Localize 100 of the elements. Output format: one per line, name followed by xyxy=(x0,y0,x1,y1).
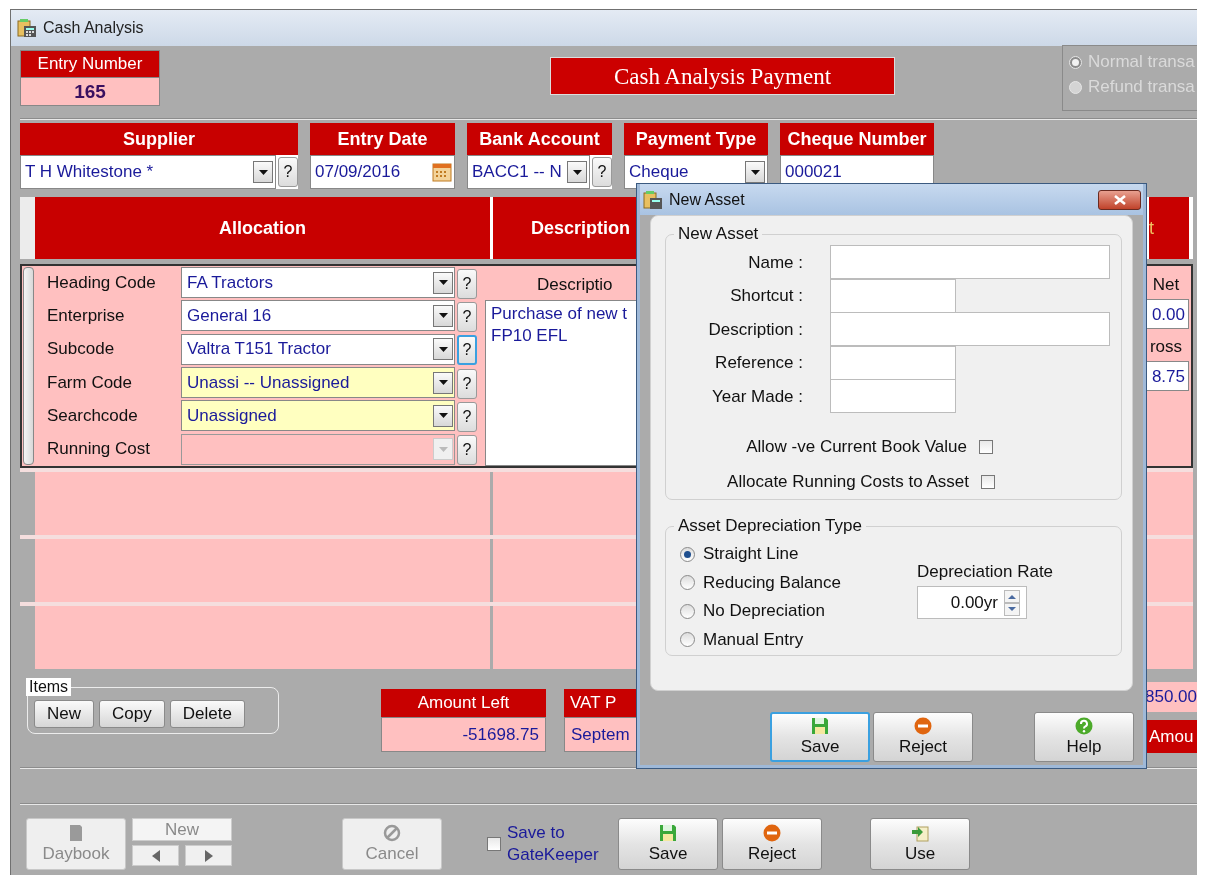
minus-circle-icon xyxy=(914,717,932,735)
checkbox[interactable] xyxy=(981,475,995,489)
dropdown-button[interactable] xyxy=(433,371,453,394)
help-button[interactable]: Help xyxy=(1034,712,1134,762)
close-button[interactable] xyxy=(1098,189,1141,210)
dropdown-field[interactable]: General 16 xyxy=(181,300,455,332)
group-title: Asset Depreciation Type xyxy=(677,516,863,536)
field-label: Shortcut : xyxy=(729,286,804,307)
caret-icon xyxy=(438,446,448,452)
field-header: Cheque Number xyxy=(780,123,934,155)
input-field[interactable]: 07/09/2016 xyxy=(310,155,455,189)
help-button[interactable]: ? xyxy=(592,157,612,187)
caret-icon xyxy=(438,346,448,352)
field-label: Searchcode xyxy=(46,405,139,426)
caret-icon xyxy=(438,380,448,386)
dropdown-button[interactable] xyxy=(433,271,453,294)
field-label: Description : xyxy=(707,319,804,340)
group-title: New Asset xyxy=(677,224,760,244)
caret-icon xyxy=(438,313,448,319)
minus-circle-icon xyxy=(763,824,781,842)
book-icon xyxy=(68,824,84,842)
caret-icon xyxy=(438,280,448,286)
radio-button[interactable] xyxy=(680,603,695,619)
entry-number-value: 165 xyxy=(20,77,160,106)
question-circle-icon xyxy=(1075,717,1093,735)
field-label: ross xyxy=(1149,337,1183,358)
save-button[interactable]: Save xyxy=(618,818,718,870)
reject-button[interactable]: Reject xyxy=(873,712,973,762)
help-button[interactable]: ? xyxy=(457,335,477,366)
use-button[interactable]: Use xyxy=(870,818,970,870)
dropdown-field[interactable]: Valtra T151 Tractor xyxy=(181,333,455,365)
ledger-icon xyxy=(643,189,663,210)
field-label: Farm Code xyxy=(46,372,134,393)
radio-button[interactable] xyxy=(680,632,695,648)
radio-button[interactable] xyxy=(680,575,695,591)
total-label: Amount Left xyxy=(381,689,546,717)
radio-label: Manual Entry xyxy=(703,629,804,650)
checkbox[interactable] xyxy=(487,837,501,851)
field-header: Supplier xyxy=(20,123,298,155)
caret-icon xyxy=(258,169,268,175)
caret-icon xyxy=(572,169,582,175)
dropdown-field[interactable]: FA Tractors xyxy=(181,267,455,299)
input-field[interactable]: BACC1 -- N xyxy=(467,155,590,189)
field-label: Running Cost xyxy=(46,439,151,460)
dropdown-button[interactable] xyxy=(433,404,453,427)
ledger-icon xyxy=(17,18,37,38)
item-button[interactable]: New xyxy=(34,700,94,728)
input-field[interactable] xyxy=(830,245,1110,280)
input-field[interactable] xyxy=(830,345,956,380)
entry-number-label: Entry Number xyxy=(20,50,160,77)
radio-button[interactable] xyxy=(680,546,695,562)
input-field[interactable]: T H Whitestone * xyxy=(20,155,276,189)
field-header: Entry Date xyxy=(310,123,455,155)
dropdown-field[interactable]: Unassi -- Unassigned xyxy=(181,367,455,399)
checkbox[interactable] xyxy=(979,440,993,454)
dropdown-button[interactable] xyxy=(253,161,273,183)
dropdown-field[interactable]: Unassigned xyxy=(181,400,455,432)
total-value: 850.00 xyxy=(1145,682,1197,712)
input-field[interactable] xyxy=(830,379,956,414)
help-button[interactable]: ? xyxy=(278,157,298,187)
field-label: Net xyxy=(1152,275,1180,296)
reject-button[interactable]: Reject xyxy=(722,818,822,870)
dropdown-button[interactable] xyxy=(567,161,587,183)
help-button[interactable]: ? xyxy=(457,368,477,399)
checkbox-label: Allow -ve Current Book Value xyxy=(746,437,967,457)
help-button[interactable]: ? xyxy=(457,268,477,299)
help-button[interactable]: ? xyxy=(457,302,477,332)
left-triangle-icon xyxy=(151,849,160,862)
window-title: Cash Analysis xyxy=(43,19,144,37)
spinner-arrows-icon[interactable] xyxy=(1004,589,1020,616)
field-label: Descriptio xyxy=(537,275,613,296)
spin-field[interactable]: 0.00yr xyxy=(917,586,1027,619)
row-handle[interactable] xyxy=(23,267,34,465)
item-button[interactable]: Copy xyxy=(99,700,165,728)
prohibited-icon xyxy=(383,824,401,842)
dropdown-button[interactable] xyxy=(745,161,765,183)
help-button[interactable]: ? xyxy=(457,401,477,432)
document-arrow-icon xyxy=(911,824,929,842)
column-header: t xyxy=(1149,197,1189,259)
next-button[interactable] xyxy=(185,845,232,866)
group-title: Items xyxy=(26,678,72,696)
field-header: Payment Type xyxy=(624,123,768,155)
dropdown-button[interactable] xyxy=(433,305,453,327)
total-label: Amou xyxy=(1145,720,1197,753)
radio-label: Straight Line xyxy=(703,544,799,565)
calendar-icon[interactable] xyxy=(432,162,452,182)
radio-label: No Depreciation xyxy=(703,601,825,622)
caret-icon xyxy=(750,169,760,175)
input-field[interactable] xyxy=(830,278,956,313)
radio-label: Reducing Balance xyxy=(703,572,841,593)
previous-button[interactable] xyxy=(132,845,179,866)
caret-icon xyxy=(438,413,448,419)
text-line: Purchase of new t xyxy=(491,302,628,325)
input-field[interactable] xyxy=(830,312,1110,347)
field-header: Bank Account xyxy=(467,123,612,155)
save-button[interactable]: Save xyxy=(770,712,870,762)
dropdown-button[interactable] xyxy=(433,338,453,361)
field-label: Depreciation Rate xyxy=(917,562,1054,582)
text-line: FP10 EFL xyxy=(491,324,568,347)
item-button[interactable]: Delete xyxy=(169,700,245,728)
